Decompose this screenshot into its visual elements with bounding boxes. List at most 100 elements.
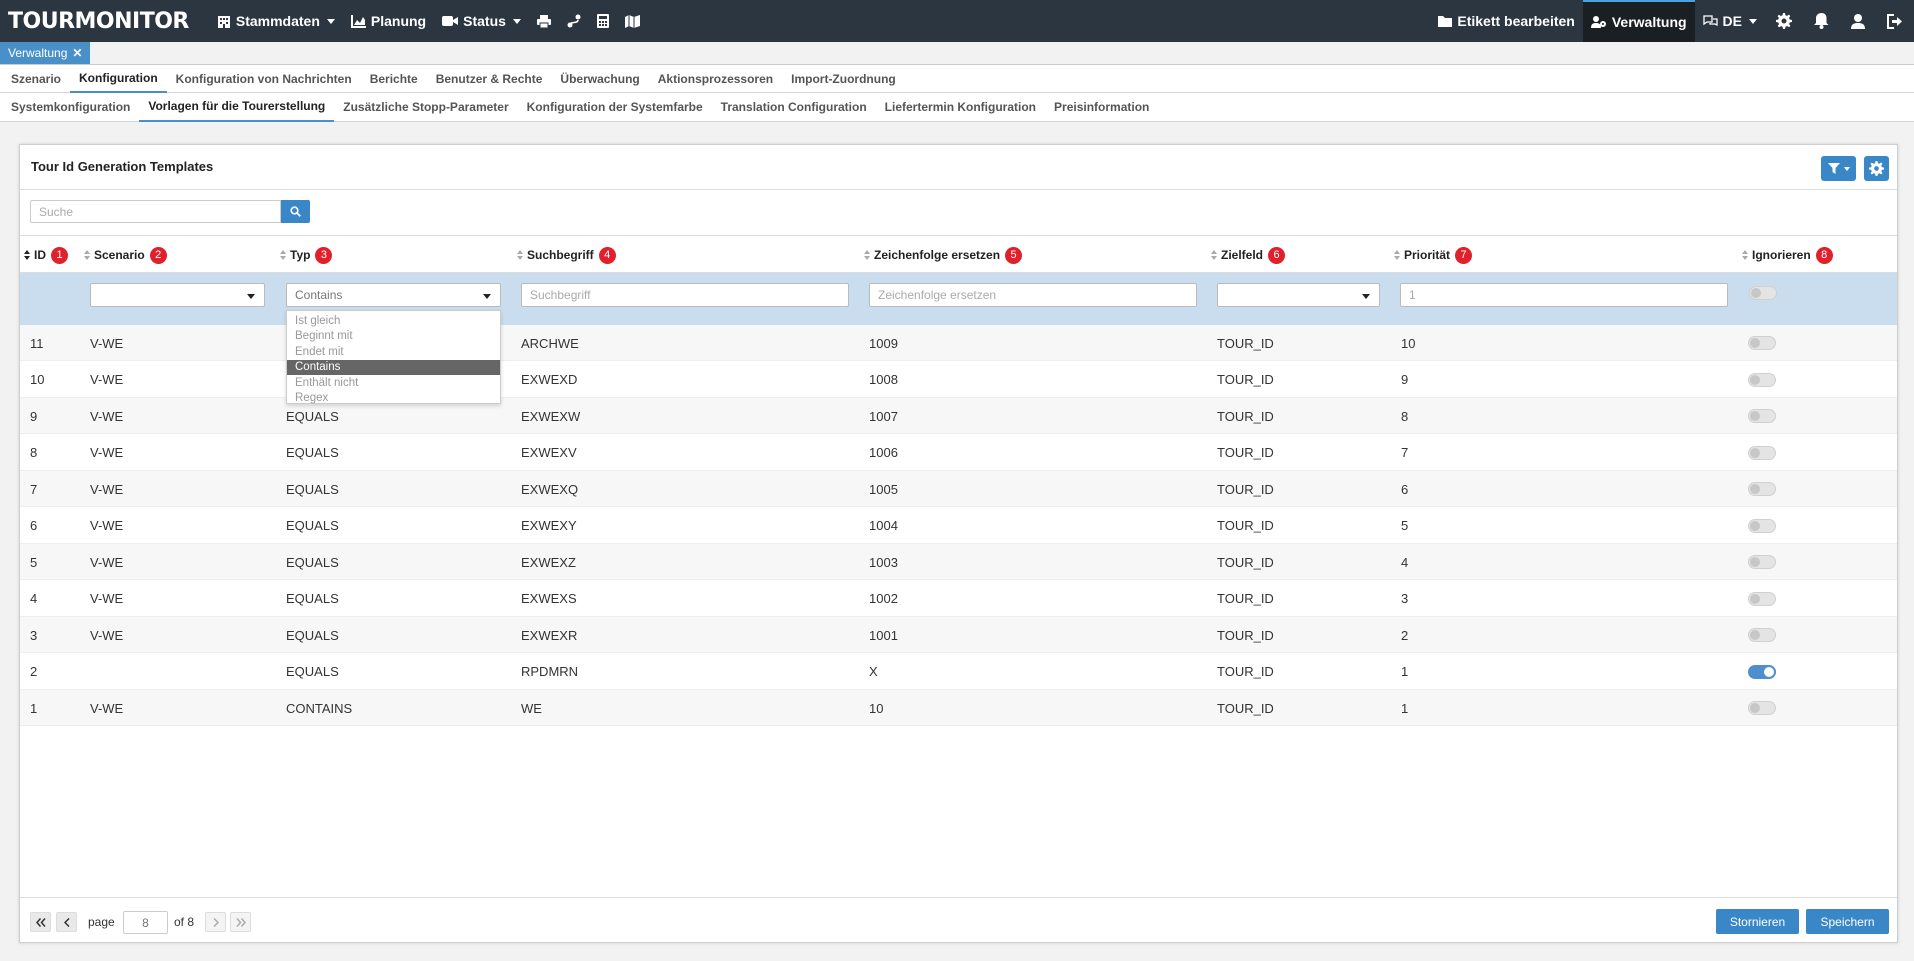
ignorieren-toggle[interactable] <box>1748 664 1776 679</box>
save-button[interactable]: Speichern <box>1806 909 1889 934</box>
menu-import-zuordnung[interactable]: Import-Zuordnung <box>782 64 905 93</box>
column-header-zeichenfolge[interactable]: Zeichenfolge ersetzen 5 <box>864 236 1023 274</box>
zielfeld-filter-select[interactable] <box>1217 283 1380 307</box>
column-header-prioritaet[interactable]: Priorität 7 <box>1394 236 1473 274</box>
scenario-filter-select[interactable] <box>90 283 265 307</box>
menu-konfiguration[interactable]: Konfiguration <box>70 64 167 93</box>
menu-benutzer-rechte[interactable]: Benutzer & Rechte <box>427 64 552 93</box>
submenu-preisinformation[interactable]: Preisinformation <box>1045 93 1158 122</box>
menu-ueberwachung[interactable]: Überwachung <box>551 64 648 93</box>
option-endet-mit[interactable]: Endet mit <box>287 344 500 360</box>
ignorieren-toggle[interactable] <box>1748 701 1776 715</box>
page-number-input[interactable] <box>123 911 168 934</box>
filter-button[interactable] <box>1821 156 1856 181</box>
ignorieren-toggle[interactable] <box>1748 555 1776 569</box>
last-page-button[interactable] <box>230 912 251 932</box>
toggle-knob <box>1750 703 1760 713</box>
table-row[interactable]: 3 V-WE EQUALS EXWEXR 1001 TOUR_ID 2 <box>20 617 1897 653</box>
table-row[interactable]: 2 EQUALS RPDMRN X TOUR_ID 1 <box>20 654 1897 690</box>
cell-prioritaet: 6 <box>1401 481 1409 497</box>
ignorieren-toggle[interactable] <box>1748 482 1776 496</box>
ignorieren-toggle[interactable] <box>1748 445 1776 460</box>
language-selector[interactable]: DE <box>1695 0 1765 42</box>
logout-button[interactable] <box>1876 0 1914 42</box>
calculator-button[interactable] <box>589 0 617 42</box>
cell-zielfeld: TOUR_ID <box>1217 700 1274 716</box>
cell-id: 1 <box>30 700 38 716</box>
print-button[interactable] <box>529 0 559 42</box>
map-button[interactable] <box>617 0 648 42</box>
user-button[interactable] <box>1840 0 1876 42</box>
ignorieren-toggle[interactable] <box>1748 372 1776 387</box>
sort-icon <box>1742 249 1749 261</box>
badge: 6 <box>1268 246 1286 264</box>
nav-verwaltung[interactable]: Verwaltung <box>1582 0 1695 42</box>
option-beginnt-mit[interactable]: Beginnt mit <box>287 329 500 345</box>
suchbegriff-filter-input[interactable] <box>521 283 849 307</box>
column-header-typ[interactable]: Typ 3 <box>280 236 333 274</box>
sort-icon <box>24 249 31 261</box>
table-row[interactable]: 7 V-WE EQUALS EXWEXQ 1005 TOUR_ID 6 <box>20 471 1897 507</box>
cancel-button[interactable]: Stornieren <box>1716 909 1799 934</box>
table-row[interactable]: 4 V-WE EQUALS EXWEXS 1002 TOUR_ID 3 <box>20 581 1897 617</box>
option-regex[interactable]: Regex <box>287 391 500 407</box>
cell-typ: EQUALS <box>286 664 339 679</box>
submenu-stopp-parameter[interactable]: Zusätzliche Stopp-Parameter <box>334 93 517 122</box>
submenu-systemkonfiguration[interactable]: Systemkonfiguration <box>2 93 139 122</box>
option-ist-gleich[interactable]: Ist gleich <box>287 313 500 329</box>
zeichenfolge-filter-input[interactable] <box>869 283 1197 307</box>
nav-planung[interactable]: Planung <box>343 0 434 42</box>
column-header-ignorieren[interactable]: Ignorieren 8 <box>1742 236 1833 274</box>
nav-stammdaten[interactable]: Stammdaten <box>209 0 343 42</box>
column-header-suchbegriff[interactable]: Suchbegriff 4 <box>517 236 616 274</box>
cell-suchbegriff: EXWEXS <box>521 591 577 606</box>
typ-filter-select[interactable]: Contains <box>286 283 501 307</box>
next-page-button[interactable] <box>205 912 226 932</box>
ignorieren-toggle[interactable] <box>1748 518 1776 533</box>
prioritaet-filter-input[interactable] <box>1400 283 1728 307</box>
table-row[interactable]: 8 V-WE EQUALS EXWEXV 1006 TOUR_ID 7 <box>20 435 1897 471</box>
double-chevron-left-icon <box>35 917 46 927</box>
cell-id: 5 <box>30 554 38 570</box>
submenu-systemfarbe[interactable]: Konfiguration der Systemfarbe <box>518 93 712 122</box>
search-button[interactable] <box>281 200 310 223</box>
etikett-bearbeiten-button[interactable]: Etikett bearbeiten <box>1430 0 1582 42</box>
submenu-translation[interactable]: Translation Configuration <box>712 93 876 122</box>
app-logo[interactable]: TOURMONITOR <box>8 9 189 34</box>
column-header-id[interactable]: ID 1 <box>24 236 68 274</box>
column-header-scenario[interactable]: Scenario 2 <box>84 236 167 274</box>
menu-szenario[interactable]: Szenario <box>2 64 70 93</box>
ignorieren-toggle[interactable] <box>1748 591 1776 606</box>
table-row[interactable]: 5 V-WE EQUALS EXWEXZ 1003 TOUR_ID 4 <box>20 544 1897 580</box>
top-navbar: TOURMONITOR Stammdaten Planung Status Et… <box>0 0 1914 42</box>
menu-berichte[interactable]: Berichte <box>361 64 427 93</box>
first-page-button[interactable] <box>30 912 51 932</box>
option-contains[interactable]: Contains <box>287 359 500 375</box>
menu-konfiguration-nachrichten[interactable]: Konfiguration von Nachrichten <box>167 64 361 93</box>
cell-id: 4 <box>30 591 38 606</box>
close-icon[interactable]: ✕ <box>72 46 82 60</box>
search-input[interactable] <box>30 200 281 223</box>
ignorieren-toggle[interactable] <box>1748 409 1776 423</box>
cell-zeichenfolge: 10 <box>869 700 884 716</box>
column-header-zielfeld[interactable]: Zielfeld 6 <box>1211 236 1286 274</box>
table-settings-button[interactable] <box>1864 156 1889 181</box>
notifications-button[interactable] <box>1803 0 1840 42</box>
ignorieren-toggle[interactable] <box>1748 628 1776 642</box>
route-icon <box>567 14 581 28</box>
table-row[interactable]: 6 V-WE EQUALS EXWEXY 1004 TOUR_ID 5 <box>20 508 1897 544</box>
ignorieren-toggle[interactable] <box>1748 336 1776 350</box>
menu-aktionsprozessoren[interactable]: Aktionsprozessoren <box>649 64 782 93</box>
nav-status-label: Status <box>463 13 506 29</box>
prev-page-button[interactable] <box>56 912 77 932</box>
doc-tab-verwaltung[interactable]: Verwaltung ✕ <box>0 42 91 64</box>
table-row[interactable]: 1 V-WE CONTAINS WE 10 TOUR_ID 1 <box>20 690 1897 726</box>
submenu-vorlagen-tourerstellung[interactable]: Vorlagen für die Tourerstellung <box>139 93 335 122</box>
nav-status[interactable]: Status <box>434 0 529 42</box>
option-enthaelt-nicht[interactable]: Enthält nicht <box>287 375 500 391</box>
ignorieren-filter-toggle[interactable] <box>1749 286 1777 300</box>
panel-title: Tour Id Generation Templates <box>31 159 214 174</box>
submenu-liefertermin[interactable]: Liefertermin Konfiguration <box>876 93 1045 122</box>
route-button[interactable] <box>559 0 589 42</box>
settings-button[interactable] <box>1765 0 1803 42</box>
